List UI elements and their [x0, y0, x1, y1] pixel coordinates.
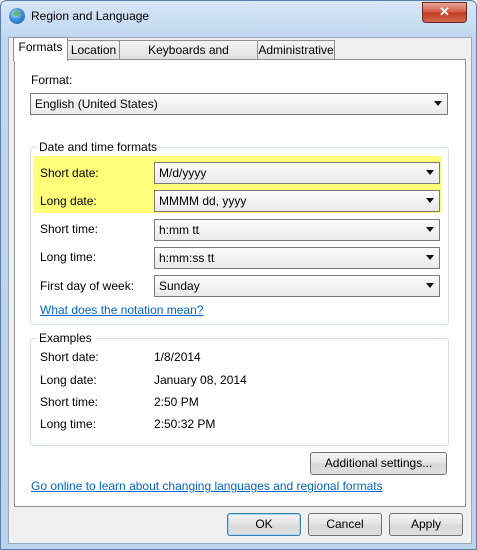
long-time-label: Long time:	[40, 250, 97, 264]
notation-link[interactable]: What does the notation mean?	[40, 303, 203, 317]
chevron-down-icon	[426, 198, 434, 203]
globe-icon	[9, 8, 25, 24]
example-long-date-label: Long date:	[40, 373, 97, 387]
format-value: English (United States)	[35, 97, 158, 111]
examples-title: Examples	[37, 331, 94, 345]
long-date-combo[interactable]: MMMM dd, yyyy	[154, 190, 440, 212]
title-bar[interactable]: Region and Language ✕	[1, 1, 476, 31]
cancel-button[interactable]: Cancel	[308, 513, 382, 536]
long-date-value: MMMM dd, yyyy	[159, 194, 247, 208]
chevron-down-icon	[434, 101, 442, 106]
example-long-time-label: Long time:	[40, 417, 97, 431]
short-date-combo[interactable]: M/d/yyyy	[154, 162, 440, 184]
chevron-down-icon	[426, 283, 434, 288]
long-time-combo[interactable]: h:mm:ss tt	[154, 247, 440, 269]
example-long-time-value: 2:50:32 PM	[154, 417, 216, 431]
close-button[interactable]: ✕	[422, 2, 467, 23]
example-short-time-value: 2:50 PM	[154, 395, 199, 409]
example-short-date-label: Short date:	[40, 350, 99, 364]
short-time-value: h:mm tt	[159, 223, 200, 237]
first-day-label: First day of week:	[40, 279, 135, 293]
short-date-label: Short date:	[40, 166, 99, 180]
first-day-combo[interactable]: Sunday	[154, 275, 440, 297]
example-long-date-value: January 08, 2014	[154, 373, 247, 387]
chevron-down-icon	[426, 227, 434, 232]
long-date-label: Long date:	[40, 194, 97, 208]
short-date-value: M/d/yyyy	[159, 166, 207, 180]
chevron-down-icon	[426, 170, 434, 175]
additional-settings-button[interactable]: Additional settings...	[310, 452, 447, 475]
tab-keyboards-and-languages[interactable]: Keyboards and Languages	[119, 40, 258, 76]
tab-location[interactable]: Location	[67, 40, 120, 61]
short-time-combo[interactable]: h:mm tt	[154, 219, 440, 241]
tab-administrative[interactable]: Administrative	[257, 40, 335, 61]
chevron-down-icon	[426, 255, 434, 260]
date-time-formats-title: Date and time formats	[37, 140, 160, 154]
first-day-value: Sunday	[159, 279, 200, 293]
example-short-date-value: 1/8/2014	[154, 350, 201, 364]
format-label: Format:	[31, 73, 73, 87]
tab-formats[interactable]: Formats	[13, 37, 68, 61]
long-time-value: h:mm:ss tt	[159, 251, 215, 265]
apply-button[interactable]: Apply	[389, 513, 463, 536]
format-combo[interactable]: English (United States)	[30, 93, 448, 115]
region-language-window: Region and Language ✕ Formats Location K…	[0, 0, 477, 550]
short-time-label: Short time:	[40, 222, 99, 236]
window-title: Region and Language	[31, 9, 150, 23]
example-short-time-label: Short time:	[40, 395, 99, 409]
online-regional-formats-link[interactable]: Go online to learn about changing langua…	[31, 479, 383, 493]
ok-button[interactable]: OK	[227, 513, 301, 536]
